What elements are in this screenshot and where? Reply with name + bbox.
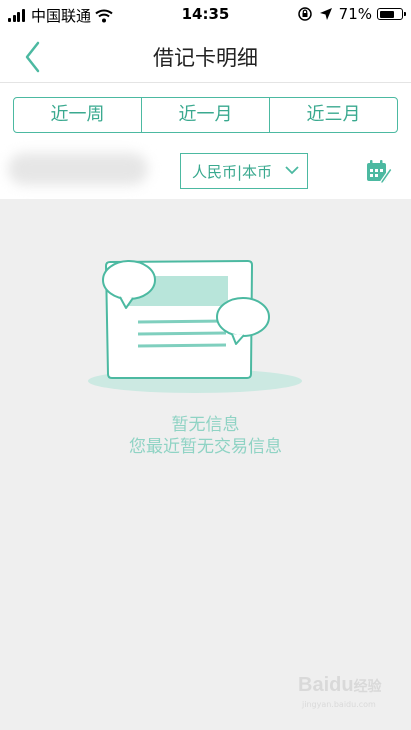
- rotation-lock-icon: [297, 7, 312, 21]
- period-tab-month[interactable]: 近一月: [142, 98, 270, 132]
- battery-icon: [377, 8, 406, 20]
- empty-document-illustration: [88, 259, 302, 393]
- period-tab-week[interactable]: 近一周: [14, 98, 142, 132]
- baidu-watermark: Baidu经验 jingyan.baidu.com: [296, 664, 396, 714]
- account-number-blurred: [8, 153, 148, 185]
- page-title: 借记卡明细: [153, 46, 258, 70]
- watermark-brand: Baidu经验: [298, 674, 382, 696]
- period-segmented-control: 近一周 近一月 近三月: [13, 97, 398, 133]
- watermark-url: jingyan.baidu.com: [302, 700, 376, 709]
- period-tab-three-months[interactable]: 近三月: [270, 98, 397, 132]
- currency-value: 人民币|本币: [192, 163, 273, 181]
- location-icon: [319, 8, 332, 20]
- filter-panel: 近一周 近一月 近三月 人民币|本币: [0, 83, 411, 199]
- status-right: 71%: [297, 5, 406, 23]
- chevron-down-icon: [285, 166, 299, 175]
- transaction-list-area: 暂无信息 您最近暂无交易信息: [0, 199, 411, 730]
- currency-select[interactable]: 人民币|本币: [180, 153, 308, 189]
- battery-percent: 71%: [338, 5, 372, 23]
- calendar-edit-icon[interactable]: [364, 157, 392, 185]
- status-bar: 中国联通 14:35 71%: [0, 0, 411, 30]
- empty-state-subtitle: 您最近暂无交易信息: [129, 437, 282, 457]
- nav-bar: 借记卡明细: [0, 30, 411, 83]
